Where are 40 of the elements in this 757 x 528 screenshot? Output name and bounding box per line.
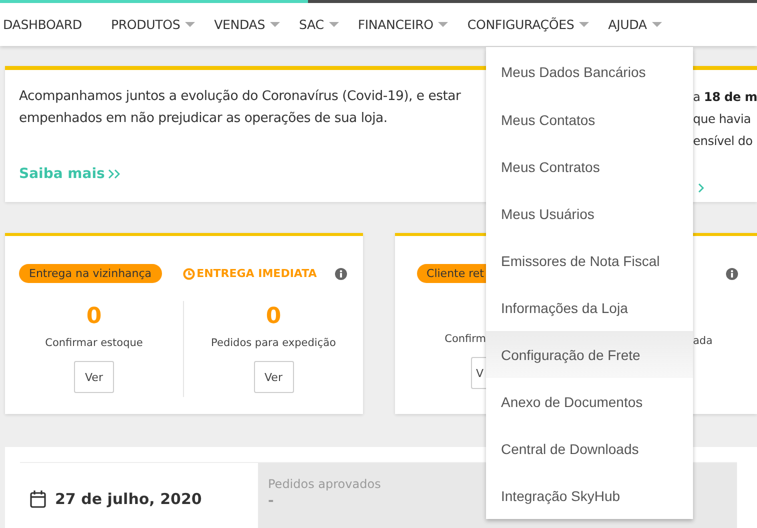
ver-button[interactable]: Ver — [74, 361, 114, 393]
panel-value: - — [268, 493, 274, 509]
category-badge: Entrega na vizinhança — [19, 264, 162, 283]
stat-label: Confirm — [444, 333, 486, 345]
calendar-icon — [30, 490, 46, 508]
nav-item[interactable]: SAC — [299, 17, 339, 32]
nav-item[interactable]: AJUDA — [608, 17, 662, 32]
panel-title: Pedidos aprovados — [268, 477, 381, 491]
stat-value: 0 — [266, 303, 282, 331]
stat-label: ada — [693, 335, 713, 347]
chevron-icon — [108, 169, 120, 179]
menu-item[interactable]: Emissores de Nota Fiscal — [486, 237, 693, 284]
menu-item[interactable]: Meus Contatos — [486, 96, 693, 143]
nav-item[interactable]: VENDAS — [214, 17, 280, 32]
menu-item[interactable]: Meus Dados Bancários — [486, 47, 693, 96]
notice-text: a 18 de m que havia ensível do — [693, 89, 757, 150]
menu-item[interactable]: Integração SkyHub — [486, 472, 693, 519]
stat-label: Pedidos para expedição — [211, 337, 336, 349]
date-label: 27 de julho, 2020 — [55, 490, 202, 508]
menu-item[interactable]: Meus Contratos — [486, 143, 693, 190]
info-icon — [335, 268, 347, 280]
menu-item[interactable]: Meus Usuários — [486, 190, 693, 237]
nav-item[interactable]: PRODUTOS — [110, 17, 196, 32]
menu-item[interactable]: Central de Downloads — [486, 425, 693, 472]
category-badge: Cliente ret — [416, 264, 486, 283]
nav-item[interactable]: FINANCEIRO — [358, 17, 448, 32]
ver-button[interactable]: V — [471, 357, 486, 389]
nav-item[interactable]: CONFIGURAÇÕES — [467, 17, 590, 32]
menu-item[interactable]: Configuração de Frete — [486, 331, 693, 378]
stat-label: Confirmar estoque — [45, 337, 143, 349]
clock-icon — [182, 268, 195, 280]
menu-item[interactable]: Informações da Loja — [486, 284, 693, 331]
delivery-tag: ENTREGA IMEDIATA — [182, 267, 317, 280]
menu-item[interactable]: Anexo de Documentos — [486, 378, 693, 425]
nav-item[interactable]: DASHBOARD — [3, 17, 82, 32]
chevron-icon — [698, 183, 704, 193]
stat-value: 0 — [86, 303, 102, 331]
ver-button[interactable]: Ver — [254, 361, 294, 393]
notice-text: Acompanhamos juntos a evolução do Coronavírus (Covid-19), e estar empenhados em não prejudicar as operações de sua loja. — [19, 88, 462, 128]
info-icon — [726, 268, 738, 280]
